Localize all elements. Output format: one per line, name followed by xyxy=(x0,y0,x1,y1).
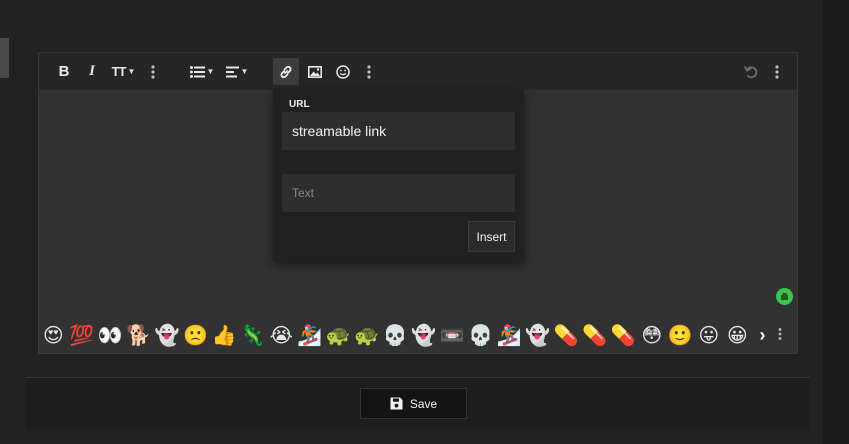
right-scroll-gutter xyxy=(823,0,849,444)
emoji-button[interactable]: 📼 xyxy=(438,322,467,350)
emoji-more-options-button[interactable] xyxy=(778,327,786,345)
kebab-icon xyxy=(367,64,371,79)
list-icon xyxy=(189,65,205,78)
floppy-disk-icon xyxy=(390,397,403,410)
align-left-icon xyxy=(225,66,239,77)
emoji-list: 😍 💯 👀 🐕 👻 🙁 👍 🦎 😭 🏂 🐢 🐢 💀 👻 📼 💀 🏂 👻 💊 💊 💊 😳 🙂 😛 😀 xyxy=(39,322,752,350)
link-text-input[interactable] xyxy=(282,174,515,212)
link-icon xyxy=(280,65,292,78)
emoji-button[interactable]: 👍 xyxy=(210,322,239,350)
emoji-button[interactable]: 👻 xyxy=(410,322,439,350)
chevron-right-icon[interactable]: › xyxy=(756,325,770,346)
emoji-button[interactable]: 🐕 xyxy=(125,322,154,350)
bold-icon: B xyxy=(58,63,70,80)
insert-link-button[interactable] xyxy=(273,58,299,85)
emoji-button[interactable]: 💀 xyxy=(467,322,496,350)
insert-link-popup: URL Insert xyxy=(273,89,524,261)
emoji-button[interactable]: 😳 xyxy=(638,322,667,350)
left-panel-tab xyxy=(0,38,9,78)
smiley-icon xyxy=(336,64,350,79)
emoji-button[interactable]: 🙂 xyxy=(666,322,695,350)
more-options-button[interactable] xyxy=(772,58,782,85)
emoji-button[interactable]: 💊 xyxy=(552,322,581,350)
chevron-down-icon: ▼ xyxy=(206,67,215,76)
emoji-button[interactable]: 🙁 xyxy=(182,322,211,350)
editor-toolbar: B I TT ▼ ▼ ▼ xyxy=(39,53,797,90)
chevron-down-icon: ▼ xyxy=(127,67,135,76)
url-input[interactable] xyxy=(282,112,515,150)
emoji-button[interactable]: 👀 xyxy=(96,322,125,350)
undo-button[interactable] xyxy=(741,58,761,85)
emoji-button[interactable]: 🏂 xyxy=(495,322,524,350)
form-footer: Save xyxy=(26,377,810,429)
kebab-icon xyxy=(775,64,779,79)
insert-button[interactable]: Insert xyxy=(468,221,515,252)
draft-status-icon[interactable] xyxy=(776,288,793,305)
chevron-down-icon: ▼ xyxy=(240,67,249,76)
insert-image-button[interactable] xyxy=(305,58,325,85)
italic-icon: I xyxy=(89,63,95,79)
emoji-bar: 😍 💯 👀 🐕 👻 🙁 👍 🦎 😭 🏂 🐢 🐢 💀 👻 📼 💀 🏂 👻 💊 💊 💊 😳 🙂 😛 😀 › xyxy=(39,318,797,353)
list-button[interactable]: ▼ xyxy=(188,58,216,85)
image-icon xyxy=(308,65,322,78)
undo-icon xyxy=(744,65,758,78)
bold-button[interactable]: B xyxy=(55,58,73,85)
emoji-button[interactable]: 🐢 xyxy=(353,322,382,350)
emoji-button[interactable]: 💊 xyxy=(609,322,638,350)
kebab-icon xyxy=(151,64,155,79)
emoji-button[interactable]: 🦎 xyxy=(239,322,268,350)
url-label: URL xyxy=(289,99,310,110)
emoji-button[interactable]: 😭 xyxy=(267,322,296,350)
emoji-button[interactable]: 💊 xyxy=(581,322,610,350)
align-button[interactable]: ▼ xyxy=(223,58,251,85)
insert-emoji-button[interactable] xyxy=(333,58,353,85)
emoji-button[interactable]: 💀 xyxy=(381,322,410,350)
emoji-button[interactable]: 😀 xyxy=(723,322,752,350)
text-size-button[interactable]: TT ▼ xyxy=(109,58,137,85)
emoji-button[interactable]: 👻 xyxy=(153,322,182,350)
emoji-button[interactable]: 👻 xyxy=(524,322,553,350)
more-text-options-button[interactable] xyxy=(148,58,158,85)
emoji-button[interactable]: 🏂 xyxy=(296,322,325,350)
save-label: Save xyxy=(409,396,438,411)
italic-button[interactable]: I xyxy=(83,58,101,85)
more-insert-options-button[interactable] xyxy=(364,58,374,85)
emoji-button[interactable]: 😍 xyxy=(39,322,68,350)
emoji-button[interactable]: 🐢 xyxy=(324,322,353,350)
save-draft-icon xyxy=(781,293,788,300)
save-button[interactable]: Save xyxy=(360,388,467,419)
emoji-button[interactable]: 💯 xyxy=(68,322,97,350)
kebab-icon xyxy=(778,327,781,340)
text-size-icon: TT xyxy=(111,64,127,79)
emoji-button[interactable]: 😛 xyxy=(695,322,724,350)
